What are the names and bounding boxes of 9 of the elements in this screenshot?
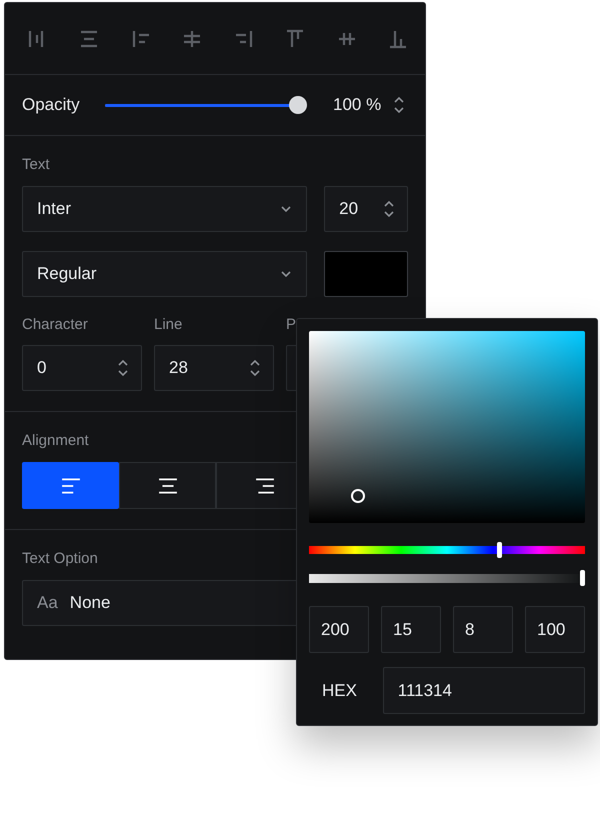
field-label: P: [286, 316, 298, 333]
field-label: Character: [22, 316, 89, 333]
opacity-label: Opacity: [22, 95, 81, 115]
hex-label: HEX: [321, 680, 358, 700]
field-label: Line: [154, 316, 184, 333]
section-label: Text: [22, 156, 51, 173]
opacity-value: 100 %: [333, 95, 382, 115]
section-label: Alignment: [22, 432, 90, 449]
section-label: Text Option: [22, 550, 99, 567]
